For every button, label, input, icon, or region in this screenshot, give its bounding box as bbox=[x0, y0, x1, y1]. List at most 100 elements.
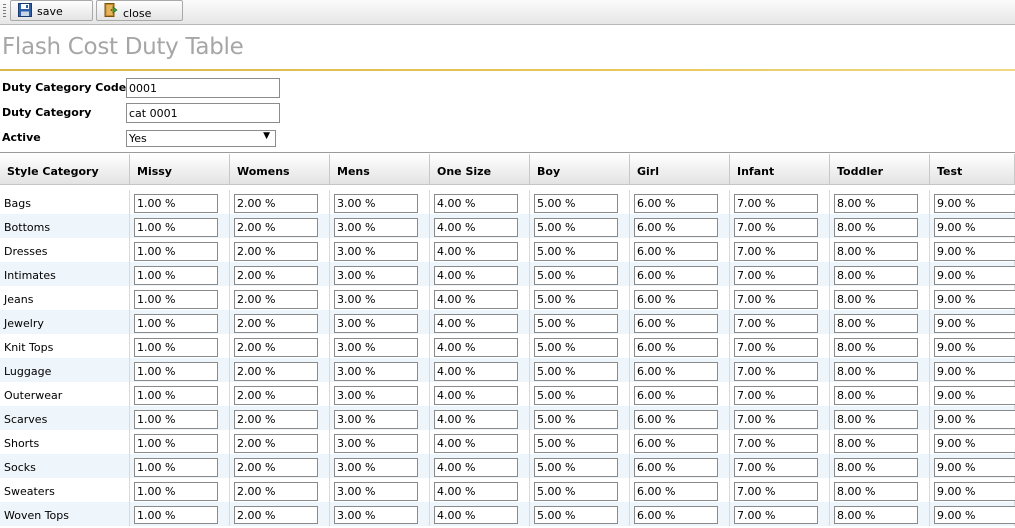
duty-percent-input[interactable] bbox=[834, 362, 918, 381]
duty-percent-input[interactable] bbox=[534, 410, 618, 429]
duty-percent-input[interactable] bbox=[734, 314, 818, 333]
duty-percent-input[interactable] bbox=[934, 290, 1015, 309]
duty-percent-input[interactable] bbox=[234, 314, 318, 333]
duty-percent-input[interactable] bbox=[834, 194, 918, 213]
duty-percent-input[interactable] bbox=[934, 506, 1015, 524]
duty-percent-input[interactable] bbox=[334, 482, 418, 501]
duty-percent-input[interactable] bbox=[934, 338, 1015, 357]
duty-percent-input[interactable] bbox=[634, 458, 718, 477]
duty-percent-input[interactable] bbox=[834, 434, 918, 453]
duty-percent-input[interactable] bbox=[734, 434, 818, 453]
duty-percent-input[interactable] bbox=[634, 314, 718, 333]
duty-percent-input[interactable] bbox=[934, 410, 1015, 429]
duty-percent-input[interactable] bbox=[234, 362, 318, 381]
duty-percent-input[interactable] bbox=[534, 218, 618, 237]
duty-percent-input[interactable] bbox=[434, 434, 518, 453]
duty-percent-input[interactable] bbox=[634, 290, 718, 309]
duty-percent-input[interactable] bbox=[534, 242, 618, 261]
save-button[interactable]: save bbox=[10, 0, 93, 21]
duty-percent-input[interactable] bbox=[634, 482, 718, 501]
duty-percent-input[interactable] bbox=[134, 482, 218, 501]
duty-percent-input[interactable] bbox=[134, 386, 218, 405]
duty-percent-input[interactable] bbox=[334, 458, 418, 477]
duty-percent-input[interactable] bbox=[234, 482, 318, 501]
duty-percent-input[interactable] bbox=[934, 482, 1015, 501]
duty-percent-input[interactable] bbox=[734, 506, 818, 524]
duty-percent-input[interactable] bbox=[134, 506, 218, 524]
column-header[interactable]: Infant bbox=[730, 154, 830, 184]
duty-percent-input[interactable] bbox=[634, 362, 718, 381]
duty-percent-input[interactable] bbox=[534, 506, 618, 524]
duty-percent-input[interactable] bbox=[334, 434, 418, 453]
column-header[interactable]: Boy bbox=[530, 154, 630, 184]
duty-percent-input[interactable] bbox=[834, 410, 918, 429]
duty-percent-input[interactable] bbox=[134, 458, 218, 477]
duty-percent-input[interactable] bbox=[934, 386, 1015, 405]
duty-percent-input[interactable] bbox=[834, 338, 918, 357]
column-header[interactable]: Toddler bbox=[830, 154, 930, 184]
column-header[interactable]: Style Category bbox=[0, 154, 130, 184]
duty-category-input[interactable] bbox=[126, 103, 280, 123]
duty-percent-input[interactable] bbox=[434, 338, 518, 357]
duty-percent-input[interactable] bbox=[834, 458, 918, 477]
duty-percent-input[interactable] bbox=[634, 434, 718, 453]
duty-percent-input[interactable] bbox=[734, 410, 818, 429]
duty-percent-input[interactable] bbox=[834, 242, 918, 261]
duty-percent-input[interactable] bbox=[634, 242, 718, 261]
column-header[interactable]: One Size bbox=[430, 154, 530, 184]
duty-percent-input[interactable] bbox=[834, 314, 918, 333]
duty-percent-input[interactable] bbox=[134, 242, 218, 261]
duty-percent-input[interactable] bbox=[134, 362, 218, 381]
duty-percent-input[interactable] bbox=[934, 362, 1015, 381]
column-header[interactable]: Missy bbox=[130, 154, 230, 184]
duty-percent-input[interactable] bbox=[634, 194, 718, 213]
duty-percent-input[interactable] bbox=[534, 290, 618, 309]
duty-percent-input[interactable] bbox=[234, 242, 318, 261]
duty-percent-input[interactable] bbox=[334, 266, 418, 285]
duty-percent-input[interactable] bbox=[734, 386, 818, 405]
duty-percent-input[interactable] bbox=[234, 458, 318, 477]
duty-percent-input[interactable] bbox=[834, 506, 918, 524]
duty-percent-input[interactable] bbox=[434, 242, 518, 261]
duty-percent-input[interactable] bbox=[734, 242, 818, 261]
duty-percent-input[interactable] bbox=[134, 410, 218, 429]
duty-percent-input[interactable] bbox=[834, 482, 918, 501]
duty-percent-input[interactable] bbox=[234, 194, 318, 213]
close-button[interactable]: close bbox=[96, 0, 183, 21]
duty-percent-input[interactable] bbox=[534, 482, 618, 501]
duty-percent-input[interactable] bbox=[834, 386, 918, 405]
duty-percent-input[interactable] bbox=[534, 314, 618, 333]
duty-percent-input[interactable] bbox=[134, 194, 218, 213]
duty-percent-input[interactable] bbox=[434, 410, 518, 429]
duty-percent-input[interactable] bbox=[734, 458, 818, 477]
duty-percent-input[interactable] bbox=[134, 266, 218, 285]
duty-percent-input[interactable] bbox=[734, 290, 818, 309]
duty-percent-input[interactable] bbox=[634, 218, 718, 237]
duty-percent-input[interactable] bbox=[934, 218, 1015, 237]
duty-percent-input[interactable] bbox=[734, 266, 818, 285]
column-header[interactable]: Womens bbox=[230, 154, 330, 184]
duty-percent-input[interactable] bbox=[434, 362, 518, 381]
duty-percent-input[interactable] bbox=[934, 314, 1015, 333]
duty-percent-input[interactable] bbox=[334, 362, 418, 381]
duty-percent-input[interactable] bbox=[534, 386, 618, 405]
duty-percent-input[interactable] bbox=[134, 314, 218, 333]
duty-percent-input[interactable] bbox=[334, 218, 418, 237]
duty-percent-input[interactable] bbox=[334, 242, 418, 261]
column-header[interactable]: Test bbox=[930, 154, 1015, 184]
duty-percent-input[interactable] bbox=[934, 458, 1015, 477]
duty-percent-input[interactable] bbox=[234, 290, 318, 309]
duty-percent-input[interactable] bbox=[234, 434, 318, 453]
duty-percent-input[interactable] bbox=[934, 242, 1015, 261]
duty-percent-input[interactable] bbox=[334, 314, 418, 333]
duty-percent-input[interactable] bbox=[534, 434, 618, 453]
duty-percent-input[interactable] bbox=[634, 266, 718, 285]
duty-percent-input[interactable] bbox=[434, 290, 518, 309]
duty-percent-input[interactable] bbox=[234, 266, 318, 285]
duty-percent-input[interactable] bbox=[134, 218, 218, 237]
duty-percent-input[interactable] bbox=[234, 386, 318, 405]
duty-percent-input[interactable] bbox=[634, 410, 718, 429]
duty-percent-input[interactable] bbox=[434, 314, 518, 333]
duty-percent-input[interactable] bbox=[434, 386, 518, 405]
duty-percent-input[interactable] bbox=[434, 218, 518, 237]
